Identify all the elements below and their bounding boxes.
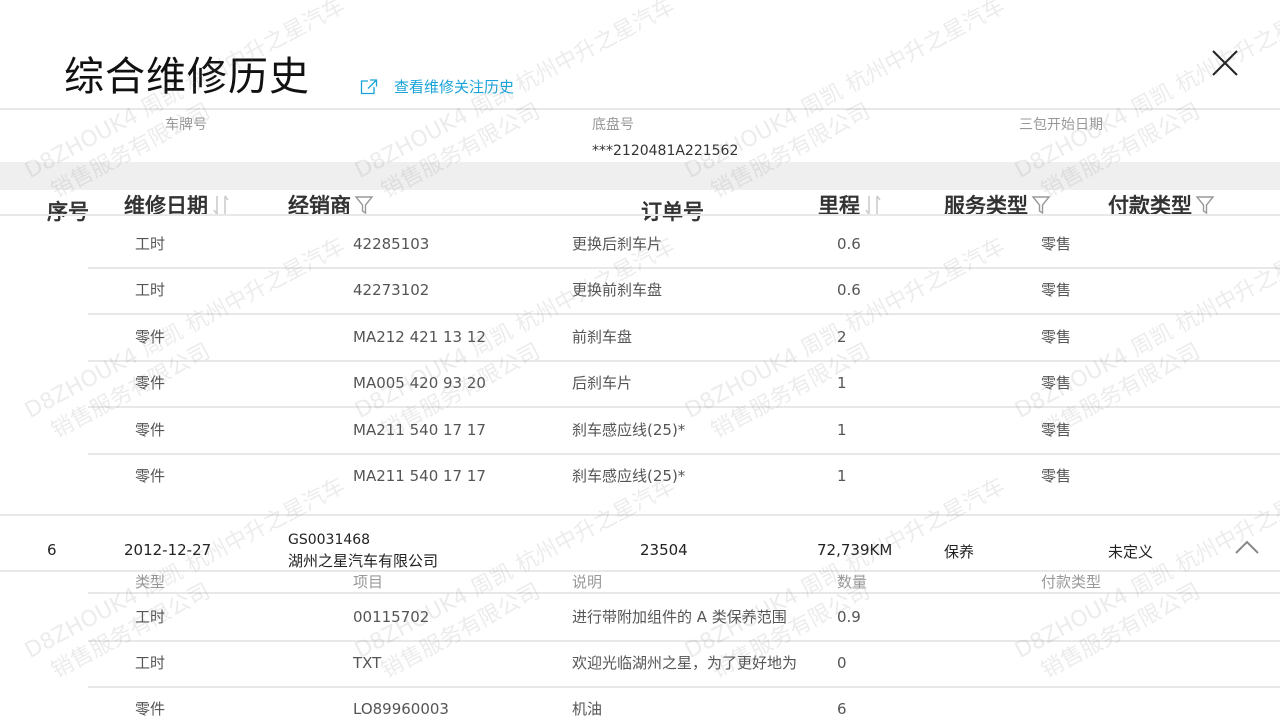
- row-pay: 零售: [1041, 328, 1072, 346]
- filter-icon[interactable]: [1196, 195, 1214, 215]
- row-desc: 进行带附加组件的 A 类保养范围: [572, 608, 787, 626]
- record-service-type: 保养: [944, 543, 975, 561]
- sub-column-qty: 数量: [837, 573, 868, 591]
- record-dealer-code: GS0031468: [288, 532, 371, 548]
- row-desc: 后刹车片: [572, 374, 633, 392]
- row-item: MA211 540 17 17: [353, 467, 486, 485]
- filter-icon[interactable]: [1032, 195, 1050, 215]
- row-type: 零件: [135, 374, 166, 392]
- warranty-start-label: 三包开始日期: [1019, 117, 1103, 133]
- sub-column-pay: 付款类型: [1041, 573, 1102, 591]
- row-desc: 刹车感应线(25)*: [572, 421, 686, 439]
- row-item: MA212 421 13 12: [353, 328, 486, 346]
- record-mileage: 72,739KM: [817, 541, 893, 559]
- table-row: 零件 MA211 540 17 17 刹车感应线(25)* 1 零售: [88, 453, 1280, 499]
- row-qty: 0.6: [837, 281, 861, 299]
- row-pay: 零售: [1041, 281, 1072, 299]
- chassis-value: ***2120481A221562: [592, 143, 739, 159]
- row-item: TXT: [353, 654, 382, 672]
- info-divider: [0, 108, 1280, 110]
- record-payment-type: 未定义: [1108, 543, 1154, 561]
- chassis-label: 底盘号: [592, 117, 634, 133]
- record-index: 6: [47, 541, 57, 559]
- row-type: 工时: [135, 281, 166, 299]
- chevron-up-icon[interactable]: [1234, 538, 1260, 556]
- row-qty: 6: [837, 700, 847, 718]
- column-index: 序号: [47, 196, 89, 226]
- table-row: 零件 MA211 540 17 17 刹车感应线(25)* 1 零售: [88, 407, 1280, 455]
- row-type: 零件: [135, 467, 166, 485]
- plate-label: 车牌号: [165, 117, 207, 133]
- row-desc: 更换前刹车盘: [572, 281, 663, 299]
- table-row: 零件 MA212 421 13 12 前刹车盘 2 零售: [88, 314, 1280, 362]
- external-link-icon: [360, 78, 378, 94]
- row-qty: 0.6: [837, 235, 861, 253]
- table-header-band: [0, 162, 1280, 190]
- table-row: 零件 LO89960003 机油 6: [88, 686, 1280, 720]
- table-row: 工时 00115702 进行带附加组件的 A 类保养范围 0.9: [88, 594, 1280, 642]
- row-qty: 1: [837, 467, 847, 485]
- table-row: 零件 MA005 420 93 20 后刹车片 1 零售: [88, 360, 1280, 408]
- row-qty: 0.9: [837, 608, 861, 626]
- row-type: 零件: [135, 421, 166, 439]
- row-qty: 0: [837, 654, 847, 672]
- header-divider: [0, 214, 1280, 216]
- sub-column-item: 项目: [353, 573, 384, 591]
- row-type: 零件: [135, 700, 166, 718]
- repair-history-dialog: 综合维修历史 查看维修关注历史 车牌号 底盘号 ***2120481A22156…: [0, 0, 1280, 720]
- filter-icon[interactable]: [355, 195, 373, 215]
- repair-record-row[interactable]: 6 2012-12-27 GS0031468 湖州之星汽车有限公司 23504 …: [0, 514, 1280, 572]
- row-desc: 刹车感应线(25)*: [572, 467, 686, 485]
- row-item: 42273102: [353, 281, 430, 299]
- row-desc: 欢迎光临湖州之星，为了更好地为: [572, 654, 798, 672]
- sub-column-type: 类型: [135, 573, 166, 591]
- row-item: LO89960003: [353, 700, 449, 718]
- row-item: MA005 420 93 20: [353, 374, 486, 392]
- history-link-label: 查看维修关注历史: [394, 78, 515, 96]
- row-item: 00115702: [353, 608, 430, 626]
- row-type: 工时: [135, 235, 166, 253]
- row-pay: 零售: [1041, 467, 1072, 485]
- watermark-line: D8ZHOUK4 周凯 杭州中升之星汽车: [1010, 0, 1280, 184]
- table-row: 工时 TXT 欢迎光临湖州之星，为了更好地为 0: [88, 640, 1280, 688]
- row-qty: 2: [837, 328, 847, 346]
- record-dealer-name: 湖州之星汽车有限公司: [288, 552, 439, 570]
- table-row: 工时 42285103 更换后刹车片 0.6 零售: [88, 221, 1280, 269]
- record-date: 2012-12-27: [124, 541, 212, 559]
- row-qty: 1: [837, 374, 847, 392]
- row-pay: 零售: [1041, 235, 1072, 253]
- row-desc: 机油: [572, 700, 603, 718]
- row-qty: 1: [837, 421, 847, 439]
- sub-column-desc: 说明: [572, 573, 603, 591]
- sort-icon[interactable]: [212, 194, 230, 216]
- row-item: MA211 540 17 17: [353, 421, 486, 439]
- record-order: 23504: [640, 541, 688, 559]
- table-row: 工时 42273102 更换前刹车盘 0.6 零售: [88, 267, 1280, 315]
- row-pay: 零售: [1041, 421, 1072, 439]
- page-title: 综合维修历史: [64, 54, 310, 100]
- row-pay: 零售: [1041, 374, 1072, 392]
- row-desc: 前刹车盘: [572, 328, 633, 346]
- row-item: 42285103: [353, 235, 430, 253]
- row-type: 工时: [135, 608, 166, 626]
- view-repair-watch-history-link[interactable]: 查看维修关注历史: [360, 76, 514, 97]
- close-icon[interactable]: [1210, 48, 1240, 78]
- sort-icon[interactable]: [864, 194, 882, 216]
- column-index-label: 序号: [47, 200, 89, 224]
- row-type: 工时: [135, 654, 166, 672]
- row-type: 零件: [135, 328, 166, 346]
- row-desc: 更换后刹车片: [572, 235, 663, 253]
